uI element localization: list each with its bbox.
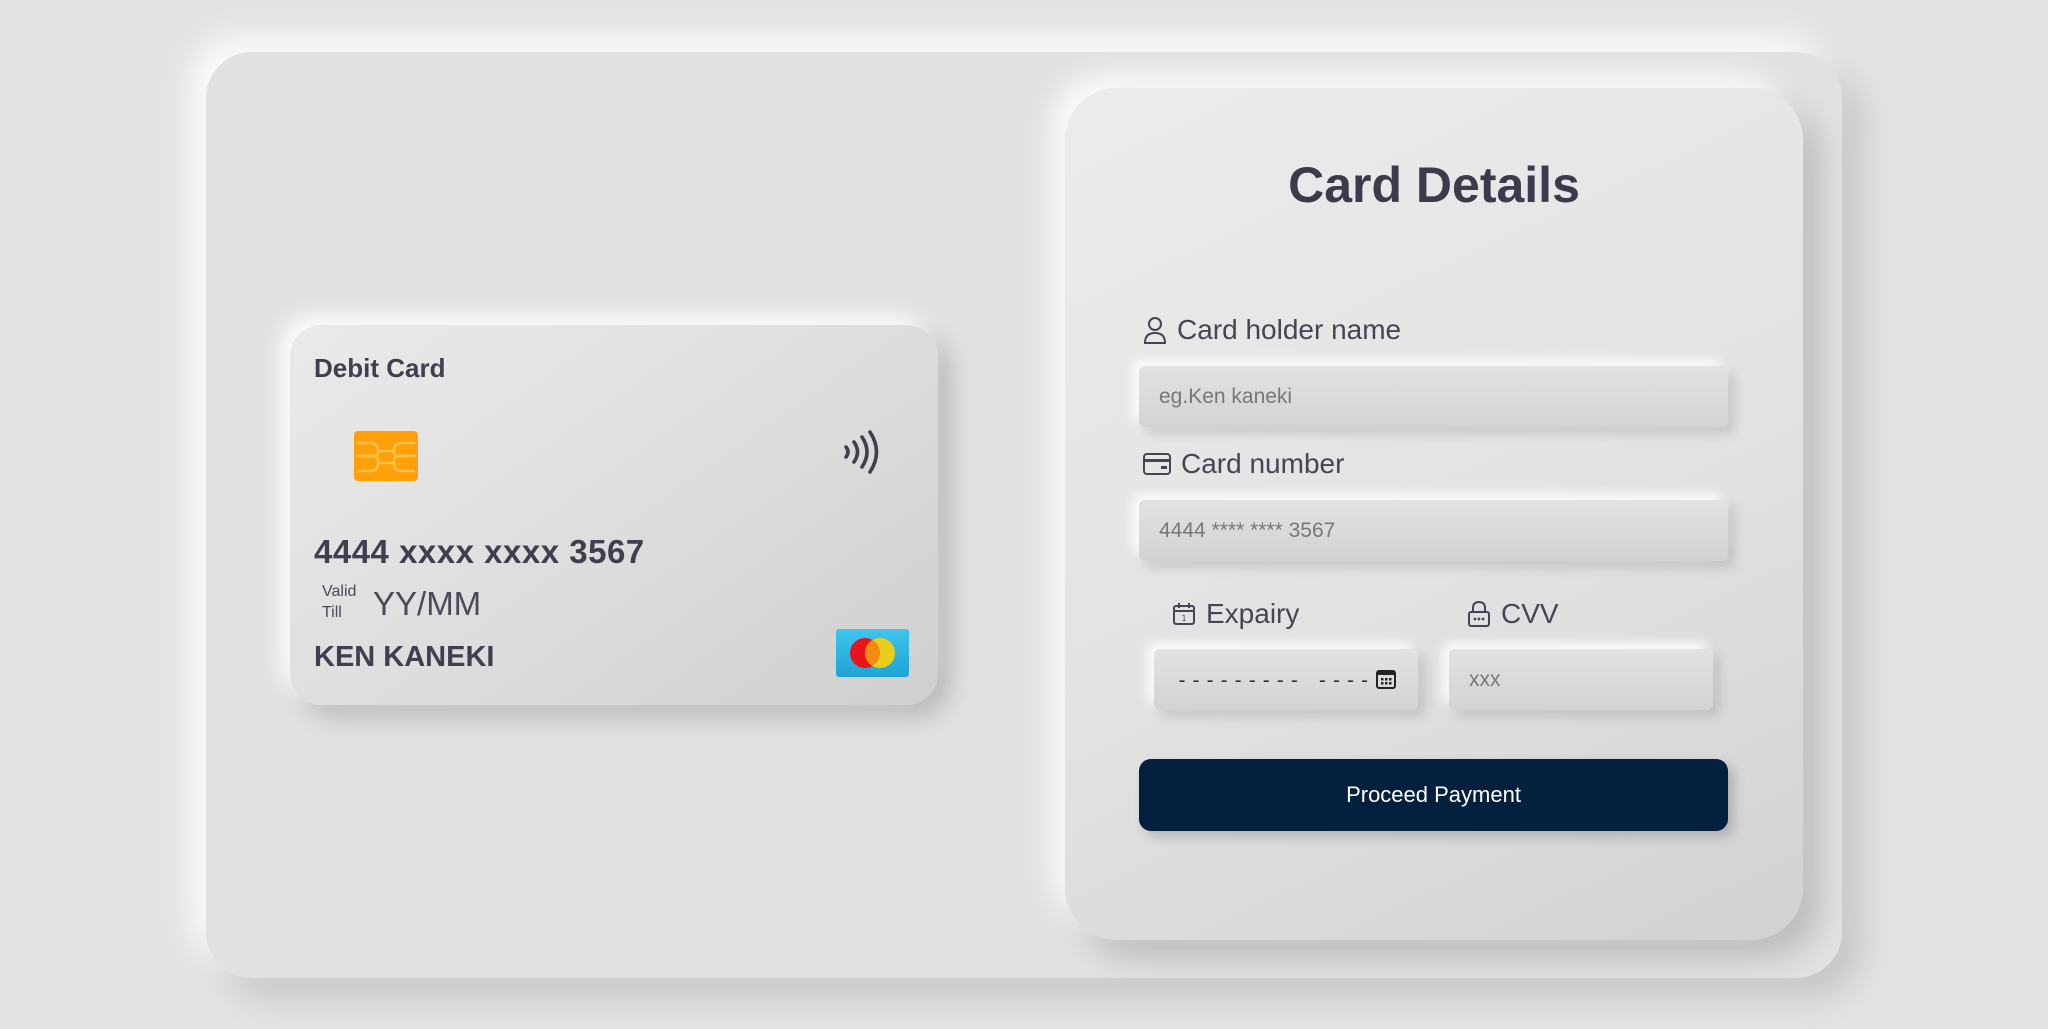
- card-preview: Debit Card 4444 xxxx xxxx 3567 Valid Til…: [290, 325, 938, 705]
- valid-label: Valid: [322, 583, 357, 600]
- chip-icon: [354, 431, 418, 481]
- expiry-display: YY/MM: [373, 585, 482, 622]
- card-number-label: Card number: [1143, 448, 1344, 480]
- holder-name-input[interactable]: [1159, 384, 1728, 409]
- card-number-label-text: Card number: [1181, 448, 1345, 479]
- lock-icon: [1468, 601, 1490, 627]
- card-details-panel: Card Details Card holder name Card numbe…: [1065, 88, 1803, 940]
- card-number-field[interactable]: [1139, 500, 1728, 561]
- mastercard-circles-icon: [850, 638, 895, 668]
- card-number-display: 4444 xxxx xxxx 3567: [314, 533, 645, 570]
- cvv-input[interactable]: [1469, 667, 1713, 692]
- cvv-field[interactable]: [1449, 649, 1713, 710]
- cvv-label: CVV: [1467, 598, 1559, 630]
- calendar-picker-icon[interactable]: [1376, 669, 1396, 689]
- svg-text:1: 1: [1181, 614, 1186, 623]
- credit-card-icon: [1143, 453, 1171, 475]
- page-title: Card Details: [1288, 157, 1580, 213]
- expiry-field[interactable]: --------- ----: [1154, 649, 1418, 710]
- card-type-label: Debit Card: [314, 353, 446, 383]
- user-icon: [1143, 317, 1167, 344]
- card-holder-display: KEN KANEKI: [314, 641, 495, 673]
- expiry-label-text: Expairy: [1206, 598, 1300, 629]
- expiry-label: 1 Expairy: [1172, 598, 1299, 630]
- proceed-payment-button[interactable]: Proceed Payment: [1139, 759, 1728, 831]
- calendar-icon: 1: [1173, 603, 1195, 625]
- valid-till-label: Valid Till: [322, 581, 356, 623]
- cvv-label-text: CVV: [1501, 598, 1559, 629]
- contactless-icon: [844, 430, 879, 474]
- card-number-input[interactable]: [1159, 518, 1728, 543]
- holder-name-label: Card holder name: [1143, 314, 1401, 346]
- holder-name-field[interactable]: [1139, 366, 1728, 427]
- till-label: Till: [322, 604, 342, 621]
- mastercard-logo: [836, 629, 909, 677]
- expiry-input[interactable]: --------- ----: [1176, 668, 1373, 692]
- holder-name-label-text: Card holder name: [1177, 314, 1402, 345]
